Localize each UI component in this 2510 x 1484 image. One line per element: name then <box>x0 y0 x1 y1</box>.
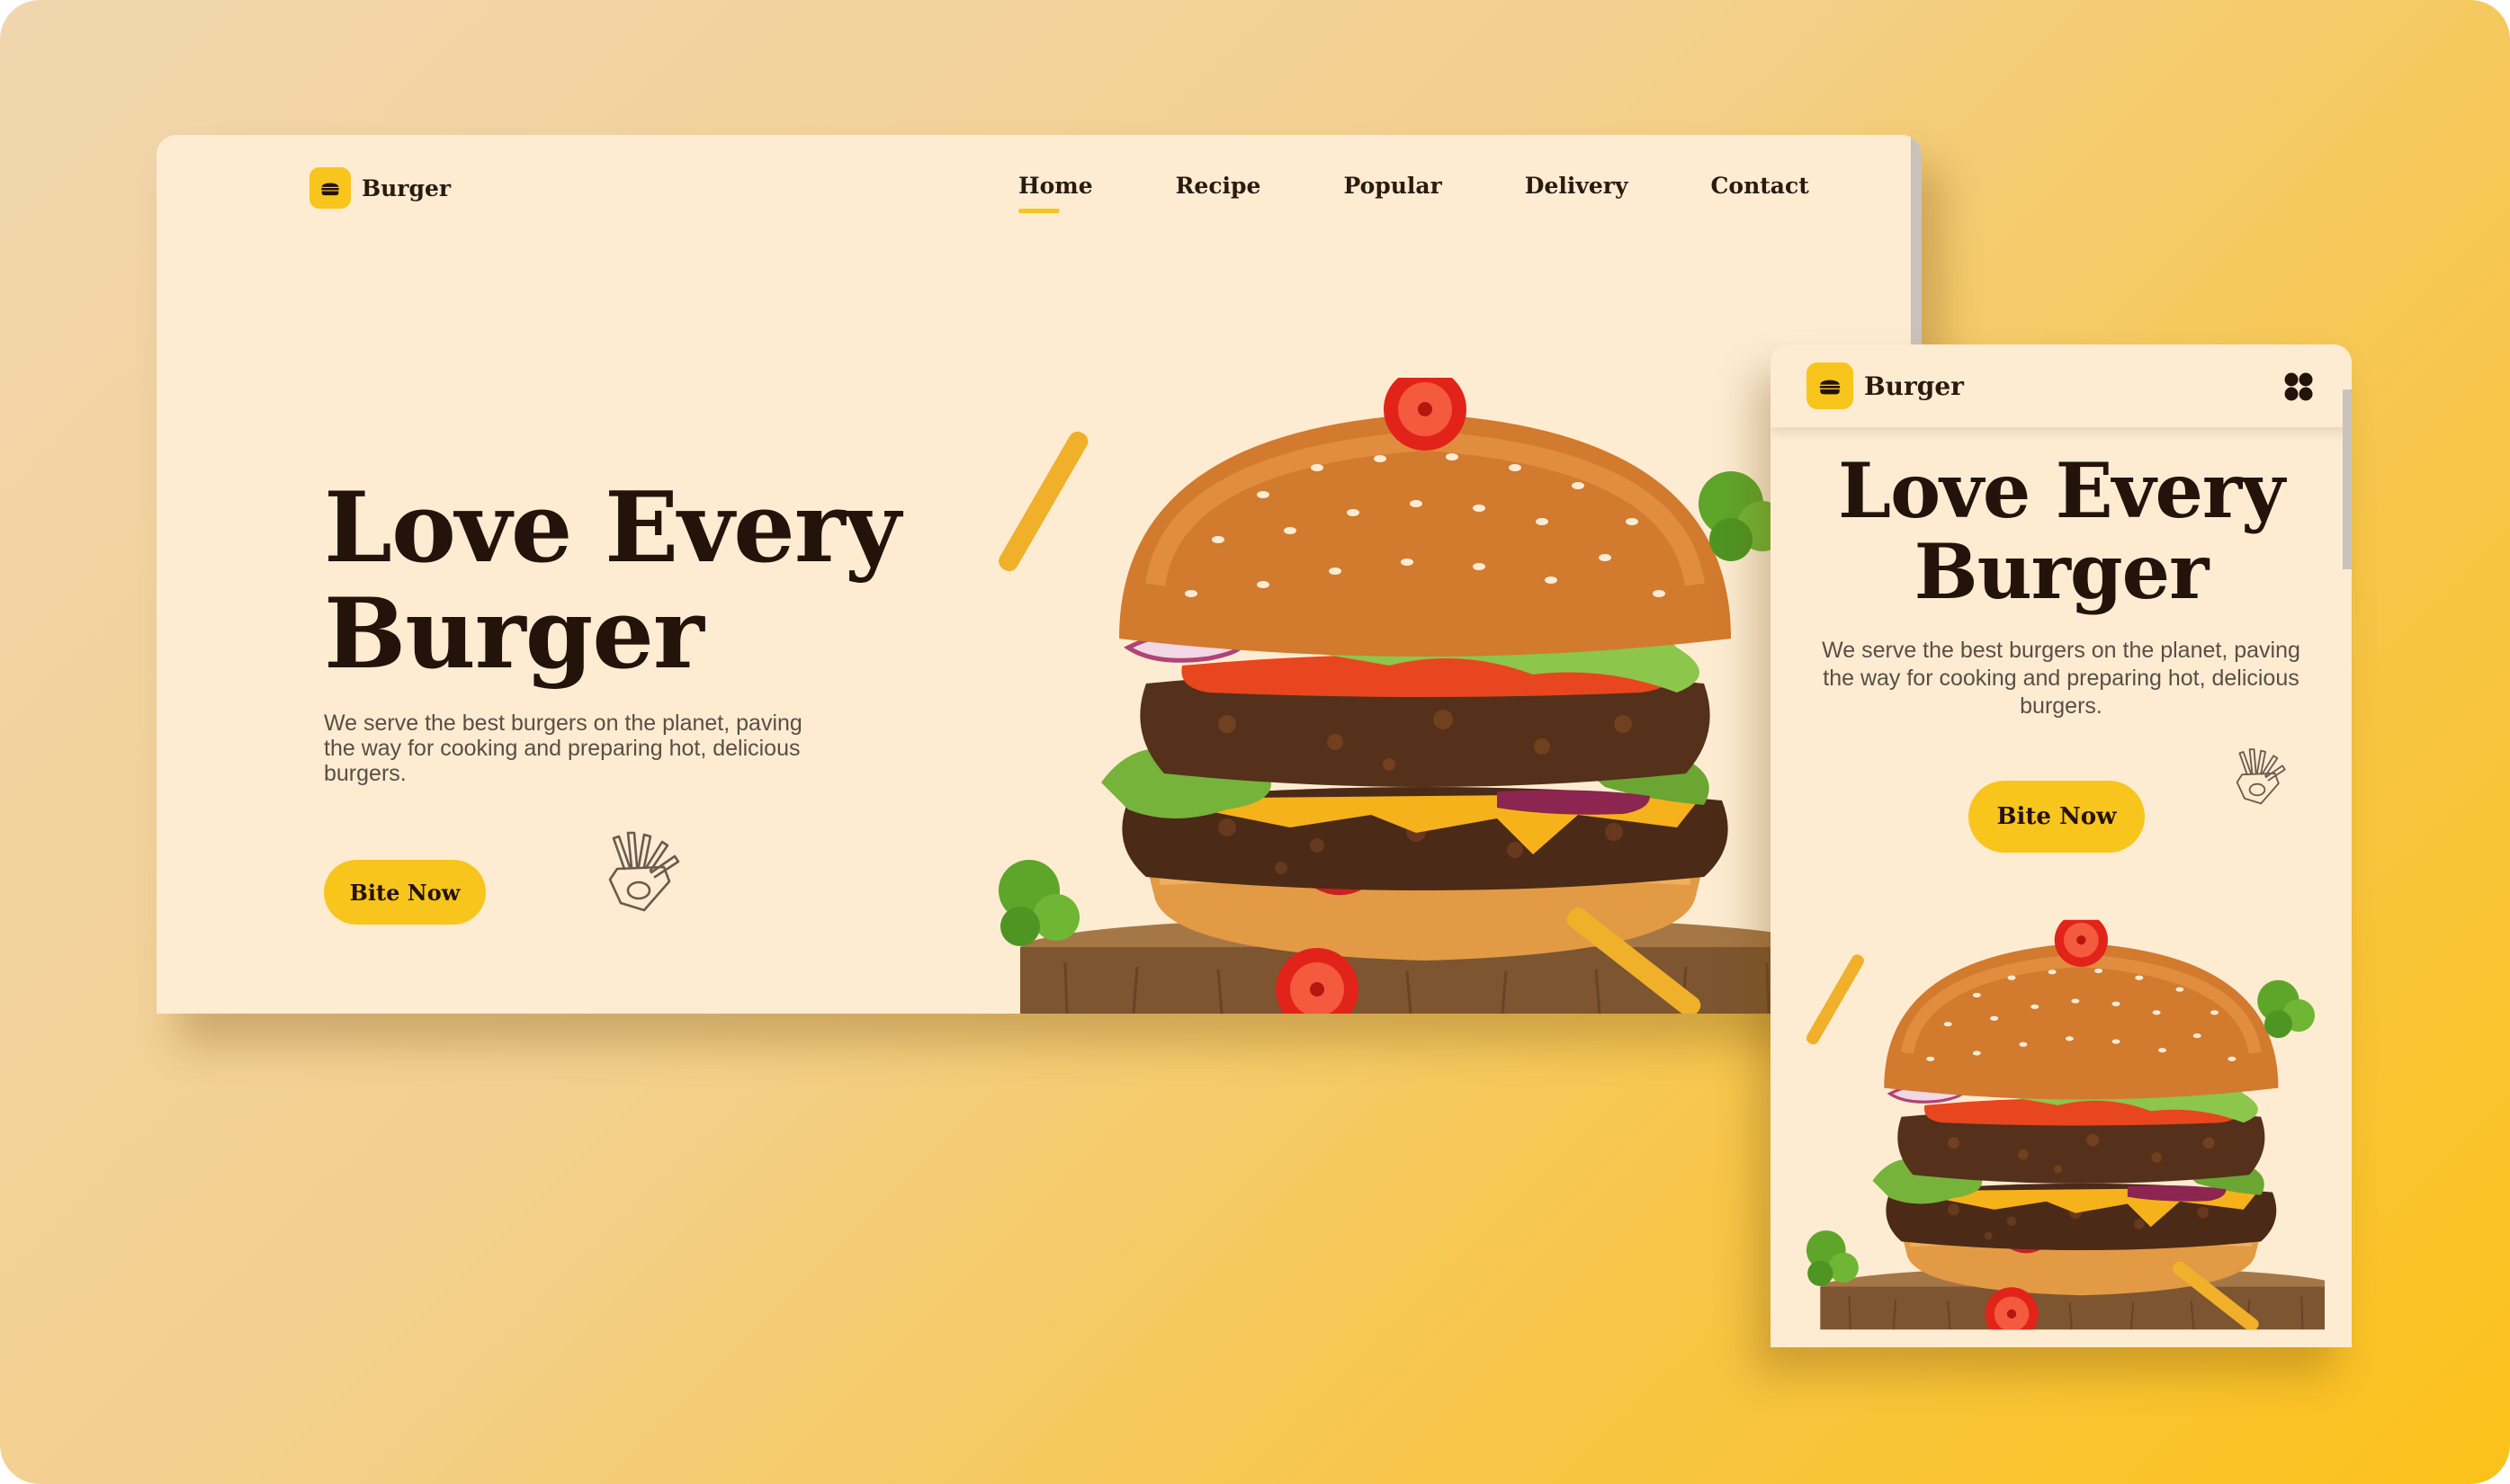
mobile-header: Burger <box>1770 344 2352 427</box>
hero-description: We serve the best burgers on the planet,… <box>324 711 802 786</box>
mobile-hero-title-line1: Love Every <box>1838 446 2285 535</box>
fries-icon <box>594 827 684 917</box>
desktop-nav: Home Recipe Popular Delivery Contact <box>1018 173 1809 213</box>
nav-home[interactable]: Home <box>1018 173 1093 213</box>
mobile-logo[interactable]: Burger <box>1806 362 1964 409</box>
mobile-mockup: Burger Love Every Burger We serve the be… <box>1770 344 2352 1347</box>
mobile-hero-title-line2: Burger <box>1914 527 2210 616</box>
desktop-logo[interactable]: Burger <box>309 167 451 209</box>
mobile-burger-illustration <box>1803 902 2325 1347</box>
hero-title-line1: Love Every <box>324 471 901 585</box>
desktop-scrollbar[interactable] <box>1911 135 1922 351</box>
nav-delivery[interactable]: Delivery <box>1525 173 1628 199</box>
burger-logo-icon <box>1806 362 1853 409</box>
brand-name: Burger <box>362 174 452 201</box>
mobile-hero-title: Love Every Burger <box>1770 451 2352 612</box>
presentation-background: Burger Home Recipe Popular Delivery Cont… <box>0 0 2510 1484</box>
nav-recipe[interactable]: Recipe <box>1176 173 1261 199</box>
hero-title: Love Every Burger <box>324 475 1008 687</box>
burger-illustration <box>993 378 1803 1014</box>
nav-popular[interactable]: Popular <box>1343 173 1441 199</box>
nav-contact[interactable]: Contact <box>1711 173 1809 199</box>
brand-name: Burger <box>1864 371 1964 401</box>
hero-title-line2: Burger <box>324 577 704 691</box>
burger-logo-icon <box>309 167 351 209</box>
grid-menu-icon[interactable] <box>2283 371 2314 402</box>
desktop-mockup: Burger Home Recipe Popular Delivery Cont… <box>157 135 1922 1014</box>
fries-icon <box>2226 746 2289 809</box>
bite-now-button[interactable]: Bite Now <box>324 860 486 925</box>
mobile-hero-description: We serve the best burgers on the planet,… <box>1822 638 2300 719</box>
mobile-bite-now-button[interactable]: Bite Now <box>1968 781 2145 853</box>
